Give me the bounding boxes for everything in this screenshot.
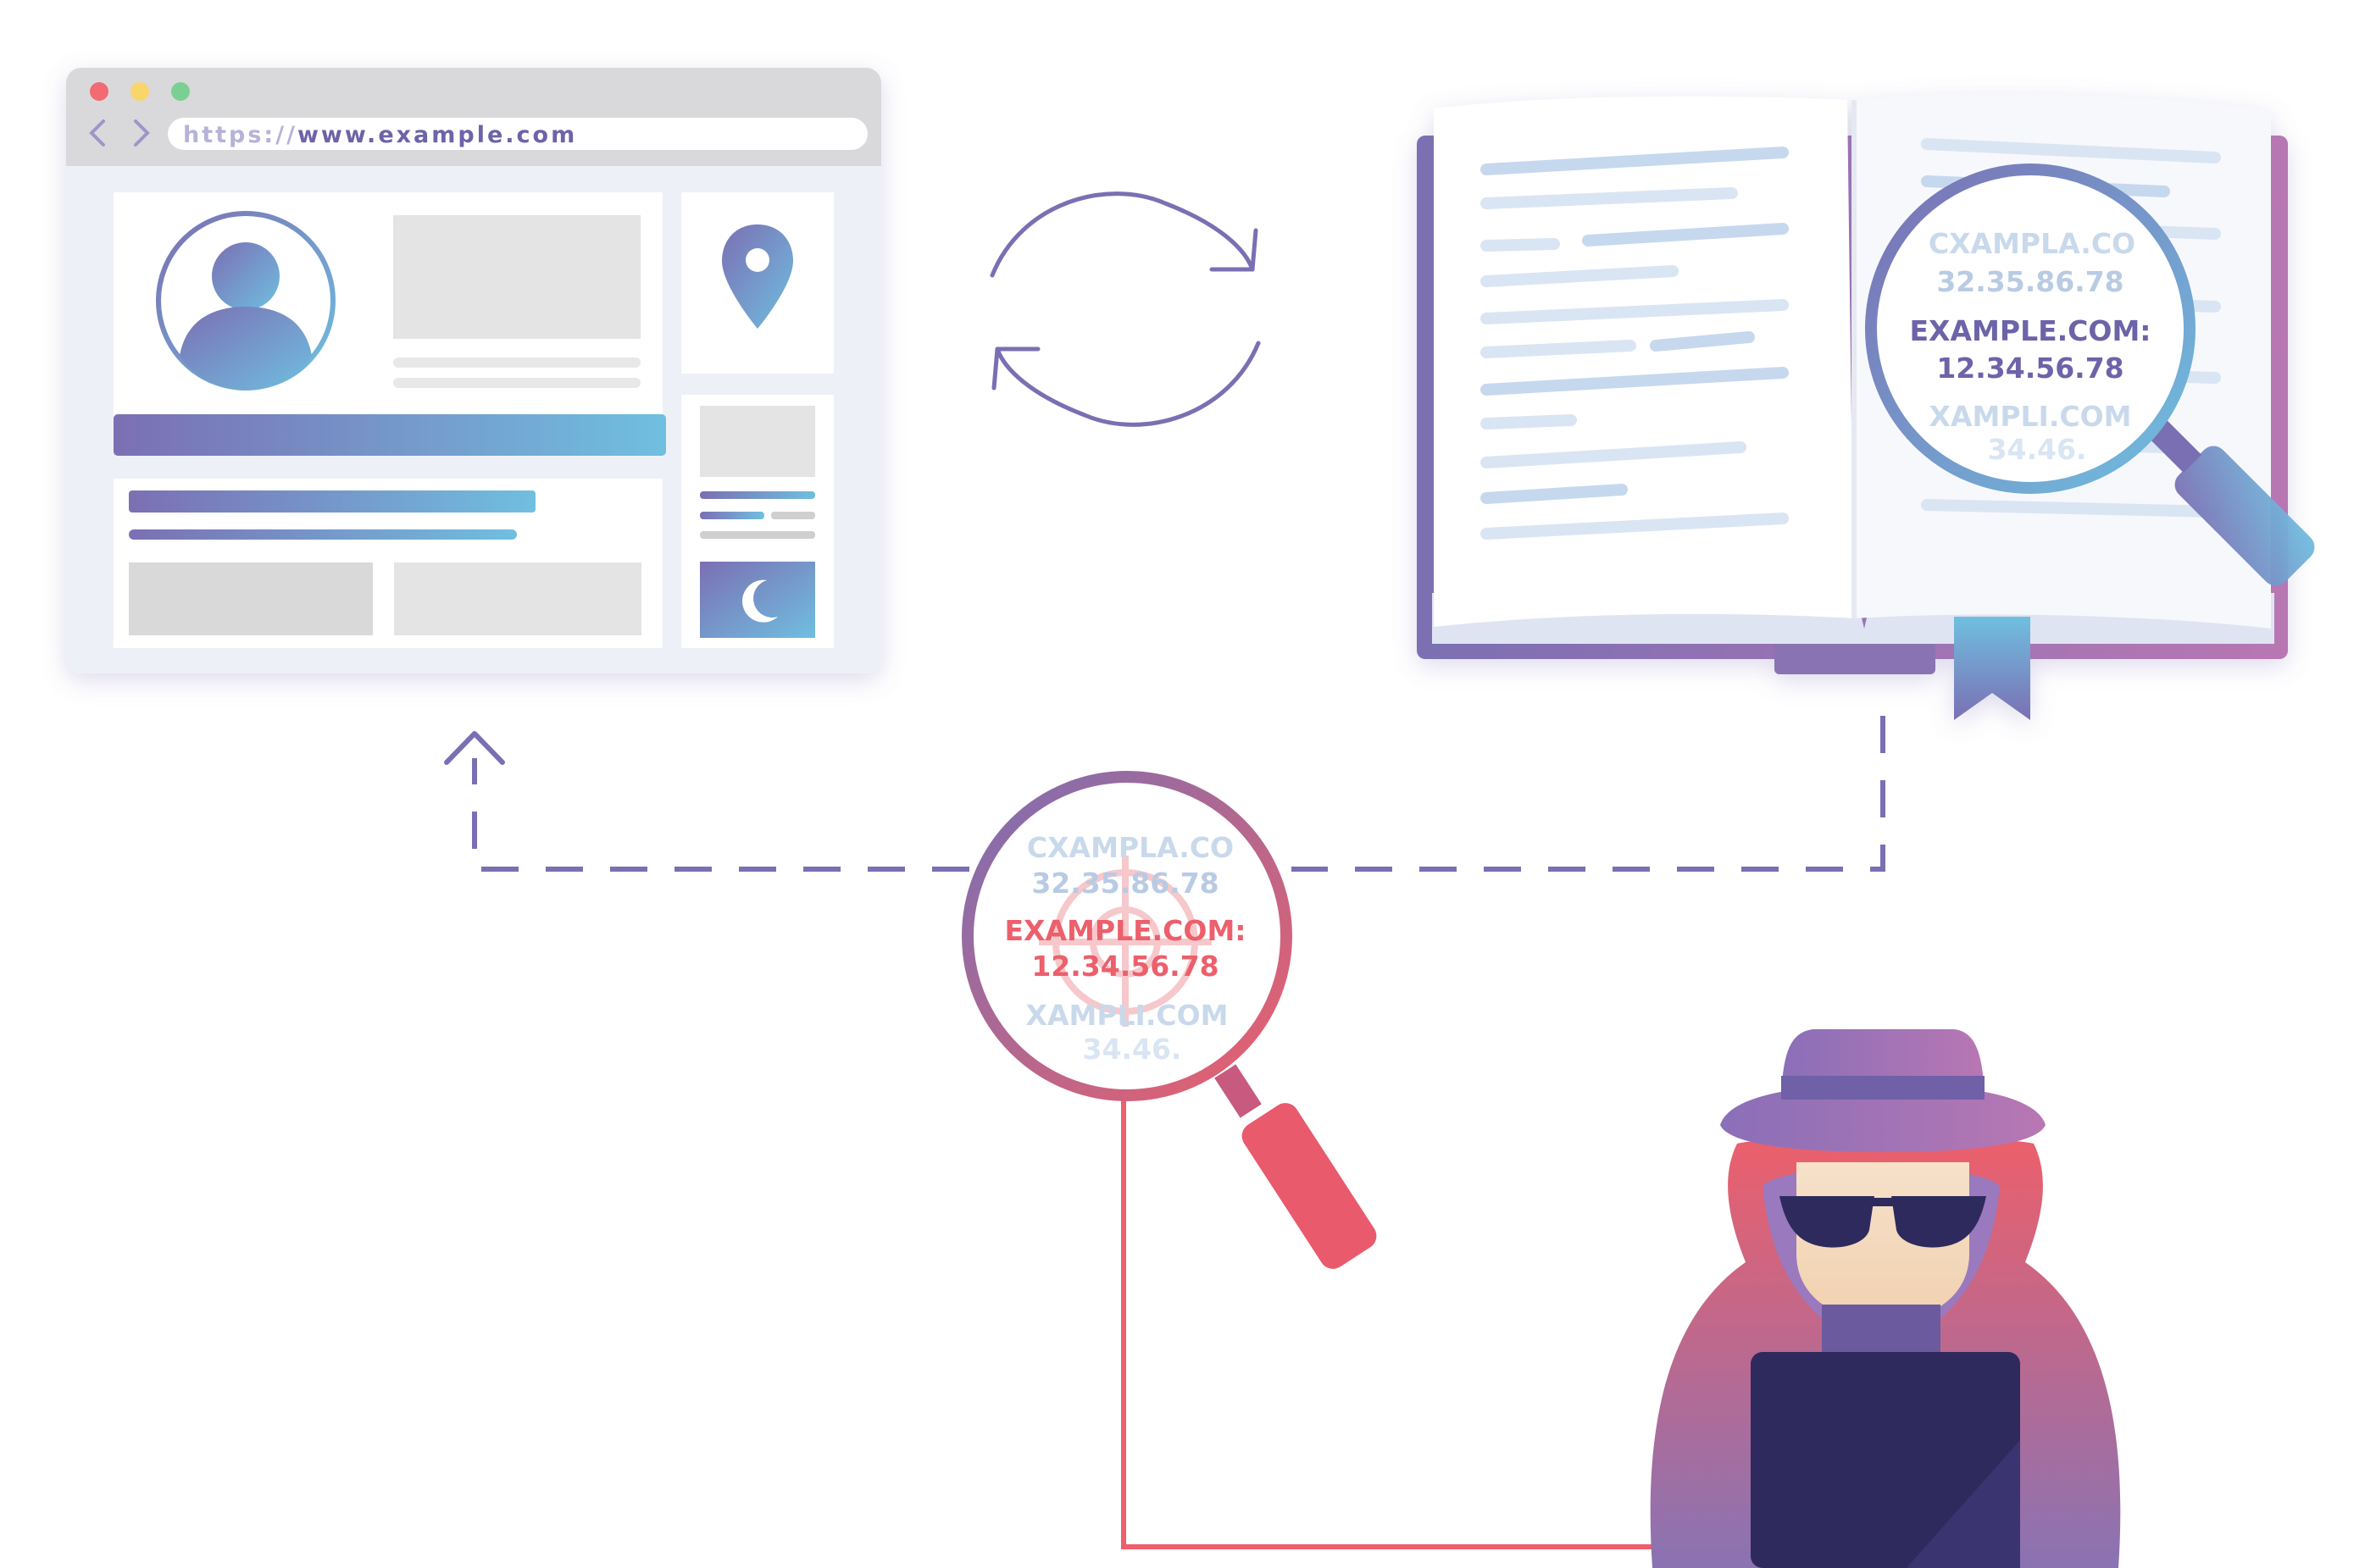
setting-line xyxy=(700,531,815,539)
browser-titlebar xyxy=(66,68,881,166)
hat-band xyxy=(1781,1076,1985,1100)
refresh-cycle-icon xyxy=(990,191,1261,427)
lens-neck xyxy=(1214,1064,1262,1118)
content-subtitle-bar xyxy=(129,529,517,540)
lens-domain-line: EXAMPLE.COM: xyxy=(1005,914,1246,947)
spy-magnifying-glass: CXAMPLA.CO 32.35.86.78 EXAMPLE.COM: 12.3… xyxy=(962,771,1377,1269)
bookmark-ribbon-icon xyxy=(1954,617,2030,720)
lens-handle xyxy=(1241,1103,1377,1269)
content-title-bar xyxy=(129,490,536,513)
setting-line xyxy=(700,491,815,499)
lens-ip-line: 12.34.56.78 xyxy=(1031,950,1219,983)
user-avatar-icon xyxy=(165,220,326,391)
image-placeholder xyxy=(129,562,373,635)
minimize-dot-icon[interactable] xyxy=(130,82,149,101)
text-placeholder-line xyxy=(393,378,641,388)
night-mode-button[interactable] xyxy=(700,562,815,638)
image-placeholder xyxy=(700,406,815,477)
hacker-spy-icon xyxy=(1650,1029,2121,1568)
lens-faint-line: CXAMPLA.CO xyxy=(1929,227,2135,260)
maximize-dot-icon[interactable] xyxy=(171,82,190,101)
url-scheme: https:// xyxy=(183,122,297,148)
lens-ip-line: 12.34.56.78 xyxy=(1936,352,2123,385)
setting-line xyxy=(771,512,815,519)
lens-domain-line: EXAMPLE.COM: xyxy=(1910,314,2151,347)
lens-faint-line: XAMPLI.COM xyxy=(1929,400,2132,433)
lens-faint-line: 32.35.86.78 xyxy=(1936,265,2123,298)
lens-faint-line: 34.46. xyxy=(1083,1033,1182,1066)
address-bar-url[interactable]: https://www.example.com xyxy=(183,122,577,148)
lens-faint-line: CXAMPLA.CO xyxy=(1027,831,1234,864)
close-dot-icon[interactable] xyxy=(90,82,108,101)
dns-spoofing-illustration: https://www.example.com CXAMPLA.CO 32.35… xyxy=(66,68,2315,1568)
browser-window: https://www.example.com xyxy=(66,68,881,673)
image-placeholder xyxy=(393,215,641,339)
setting-line xyxy=(700,512,764,519)
lens-faint-line: 34.46. xyxy=(1988,433,2087,466)
highlight-bar xyxy=(114,414,666,456)
text-placeholder-line xyxy=(393,357,641,368)
lens-faint-line: 32.35.86.78 xyxy=(1031,867,1219,900)
lens-faint-line: XAMPLI.COM xyxy=(1026,999,1229,1032)
image-placeholder xyxy=(394,562,641,635)
book-left-page xyxy=(1434,96,1854,627)
url-host: www.example.com xyxy=(297,122,577,148)
flow-arrow-head xyxy=(444,731,505,765)
